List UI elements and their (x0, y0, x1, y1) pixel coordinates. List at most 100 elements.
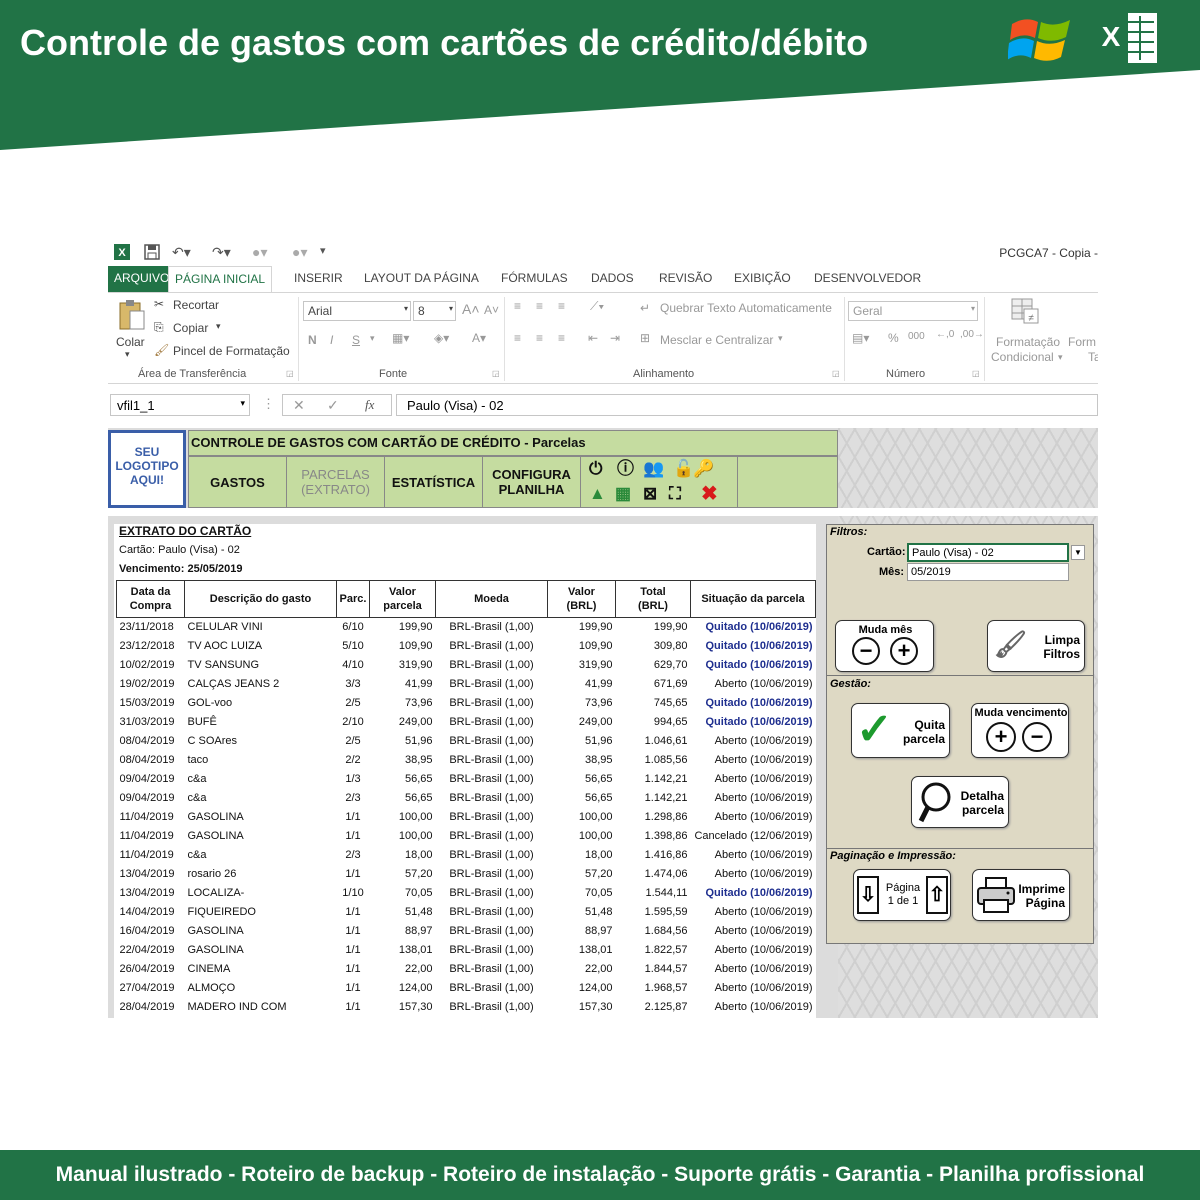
card-filter-dropdown-icon[interactable]: ▼ (1071, 545, 1085, 560)
minus-icon[interactable]: − (1022, 722, 1052, 752)
font-launcher-icon[interactable]: ◲ (492, 369, 500, 378)
align-top-icon[interactable]: ≡ (514, 299, 521, 313)
table-row[interactable]: 08/04/2019 C SOAres 2/5 51,96 BRL-Brasil (1,… (117, 732, 816, 751)
nav-estatistica-button[interactable]: ESTATÍSTICA (385, 457, 483, 507)
tab-arquivo[interactable]: ARQUIVO (108, 266, 176, 292)
increase-indent-icon[interactable]: ⇥ (610, 331, 620, 345)
circle-control-icon[interactable]: ●▾ (252, 244, 267, 260)
borders-icon[interactable]: ▦▾ (392, 331, 409, 345)
align-right-icon[interactable]: ≡ (558, 331, 565, 345)
key-icon[interactable]: 🔑 (693, 459, 714, 479)
font-name-input[interactable]: Arial ▾ (303, 301, 411, 321)
formula-input[interactable]: Paulo (Visa) - 02 (396, 394, 1098, 416)
table-row[interactable]: 22/04/2019 GASOLINA 1/1 138,01 BRL-Brasil (1… (117, 941, 816, 960)
info-icon[interactable]: ⓘ (617, 459, 634, 479)
page-down-icon[interactable]: ⇩ (857, 876, 879, 914)
align-left-icon[interactable]: ≡ (514, 331, 521, 345)
table-row[interactable]: 26/04/2019 CINEMA 1/1 22,00 BRL-Brasil (1,00… (117, 960, 816, 979)
number-format-dropdown-icon[interactable]: ▾ (971, 304, 975, 313)
merge-center-icon[interactable]: ⊞ (640, 331, 650, 345)
month-filter-input[interactable]: 05/2019 (907, 563, 1069, 581)
decrease-font-icon[interactable]: A˅ (484, 303, 499, 317)
paste-dropdown-icon[interactable]: ▾ (125, 349, 130, 360)
nav-gastos-button[interactable]: GASTOS (189, 457, 287, 507)
insert-function-button[interactable]: fx (365, 397, 374, 413)
cancel-entry-icon[interactable]: ✕ (293, 397, 305, 414)
table-row[interactable]: 14/04/2019 FIQUEIREDO 1/1 51,48 BRL-Brasil (… (117, 903, 816, 922)
table-row[interactable]: 11/04/2019 GASOLINA 1/1 100,00 BRL-Brasil (1… (117, 827, 816, 846)
increase-font-icon[interactable]: A˄ (462, 301, 480, 317)
table-row[interactable]: 27/04/2019 ALMOÇO 1/1 124,00 BRL-Brasil (1,0… (117, 979, 816, 998)
undo-icon[interactable]: ↶▾ (172, 244, 191, 260)
page-up-icon[interactable]: ⇧ (926, 876, 948, 914)
number-launcher-icon[interactable]: ◲ (972, 369, 980, 378)
table-row[interactable]: 31/03/2019 BUFÊ 2/10 249,00 BRL-Brasil (1,00… (117, 713, 816, 732)
minus-icon[interactable]: − (852, 637, 880, 665)
paste-icon[interactable] (118, 299, 146, 331)
copy-icon[interactable]: ⎘ (154, 320, 164, 335)
number-format-select[interactable]: Geral ▾ (848, 301, 978, 321)
bold-button[interactable]: N (308, 333, 317, 347)
percent-icon[interactable]: % (888, 331, 899, 345)
fill-color-icon[interactable]: ◈▾ (434, 331, 449, 345)
font-name-dropdown-icon[interactable]: ▾ (404, 304, 408, 313)
format-as-table-label-2[interactable]: Ta (1088, 350, 1098, 364)
clipboard-launcher-icon[interactable]: ◲ (286, 369, 294, 378)
table-row[interactable]: 13/04/2019 LOCALIZA- 1/10 70,05 BRL-Brasil (… (117, 884, 816, 903)
shrink-icon[interactable]: ⊠ (643, 484, 657, 504)
currency-icon[interactable]: ▤▾ (852, 331, 869, 345)
font-color-icon[interactable]: A▾ (472, 331, 486, 345)
save-icon[interactable] (144, 244, 160, 260)
nav-parcelas-button[interactable]: PARCELAS (EXTRATO) (287, 457, 385, 507)
decrease-decimal-icon[interactable]: ,00→ (960, 329, 984, 340)
cut-icon[interactable]: ✂ (154, 297, 164, 311)
format-as-table-label-1[interactable]: Form (1068, 335, 1096, 349)
underline-dropdown-icon[interactable]: ▾ (370, 333, 375, 344)
tab-layout[interactable]: LAYOUT DA PÁGINA (358, 266, 485, 292)
change-month-button[interactable]: Muda mês − + (835, 620, 934, 672)
italic-button[interactable]: I (330, 333, 333, 347)
format-painter-icon[interactable]: 🖌 (154, 343, 169, 357)
users-icon[interactable]: 👥 (643, 459, 664, 479)
tab-exibicao[interactable]: EXIBIÇÃO (728, 266, 797, 292)
font-size-dropdown-icon[interactable]: ▾ (449, 304, 453, 313)
table-row[interactable]: 15/03/2019 GOL-voo 2/5 73,96 BRL-Brasil (1,0… (117, 694, 816, 713)
detail-installment-button[interactable]: Detalha parcela (911, 776, 1009, 828)
change-due-button[interactable]: Muda vencimento + − (971, 703, 1069, 758)
table-row[interactable]: 11/04/2019 c&a 2/3 18,00 BRL-Brasil (1,00) 18… (117, 846, 816, 865)
lock-icon[interactable]: 🔓 (673, 459, 694, 479)
plus-icon[interactable]: + (986, 722, 1016, 752)
thousands-icon[interactable]: 000 (908, 331, 925, 342)
tab-pagina-inicial[interactable]: PÁGINA INICIAL (168, 266, 273, 292)
table-row[interactable]: 13/04/2019 rosario 26 1/1 57,20 BRL-Brasil (… (117, 865, 816, 884)
table-row[interactable]: 11/04/2019 GASOLINA 1/1 100,00 BRL-Brasil (1… (117, 808, 816, 827)
name-box-dropdown-icon[interactable]: ▾ (240, 398, 245, 409)
conditional-formatting-label-2[interactable]: Condicional (991, 350, 1054, 364)
tab-desenvolvedor[interactable]: DESENVOLVEDOR (808, 266, 927, 292)
table-row[interactable]: 23/12/2018 TV AOC LUIZA 5/10 109,90 BRL-Bras… (117, 637, 816, 656)
circle-control-2-icon[interactable]: ●▾ (292, 244, 307, 260)
align-middle-icon[interactable]: ≡ (536, 299, 543, 313)
confirm-entry-icon[interactable]: ✓ (327, 397, 339, 414)
table-row[interactable]: 28/04/2019 MADERO IND COM 1/1 157,30 BRL-Bra… (117, 998, 816, 1017)
copy-label[interactable]: Copiar (173, 321, 208, 335)
nav-configura-button[interactable]: CONFIGURA PLANILHA (483, 457, 581, 507)
table-row[interactable]: 23/11/2018 CELULAR VINI 6/10 199,90 BRL-Bras… (117, 618, 816, 637)
merge-center-label[interactable]: Mesclar e Centralizar (660, 333, 773, 347)
underline-button[interactable]: S (352, 333, 360, 347)
increase-decimal-icon[interactable]: ←,0 (936, 329, 954, 340)
alignment-launcher-icon[interactable]: ◲ (832, 369, 840, 378)
table-row[interactable]: 19/02/2019 CALÇAS JEANS 2 3/3 41,99 BRL-Bras… (117, 675, 816, 694)
excel-export-icon[interactable]: ▦ (615, 484, 631, 504)
expand-icon[interactable]: ⛶ (669, 484, 681, 504)
tab-revisao[interactable]: REVISÃO (653, 266, 718, 292)
table-row[interactable]: 10/02/2019 TV SANSUNG 4/10 319,90 BRL-Brasil… (117, 656, 816, 675)
tab-formulas[interactable]: FÓRMULAS (495, 266, 574, 292)
table-row[interactable]: 08/04/2019 taco 2/2 38,95 BRL-Brasil (1,00) 3… (117, 751, 816, 770)
card-filter-select[interactable]: Paulo (Visa) - 02 (907, 543, 1069, 562)
font-size-input[interactable]: 8 ▾ (413, 301, 456, 321)
tab-dados[interactable]: DADOS (585, 266, 640, 292)
tab-inserir[interactable]: INSERIR (288, 266, 349, 292)
power-icon[interactable]: ⏻ (589, 459, 602, 479)
close-icon[interactable]: ✖ (701, 484, 718, 504)
